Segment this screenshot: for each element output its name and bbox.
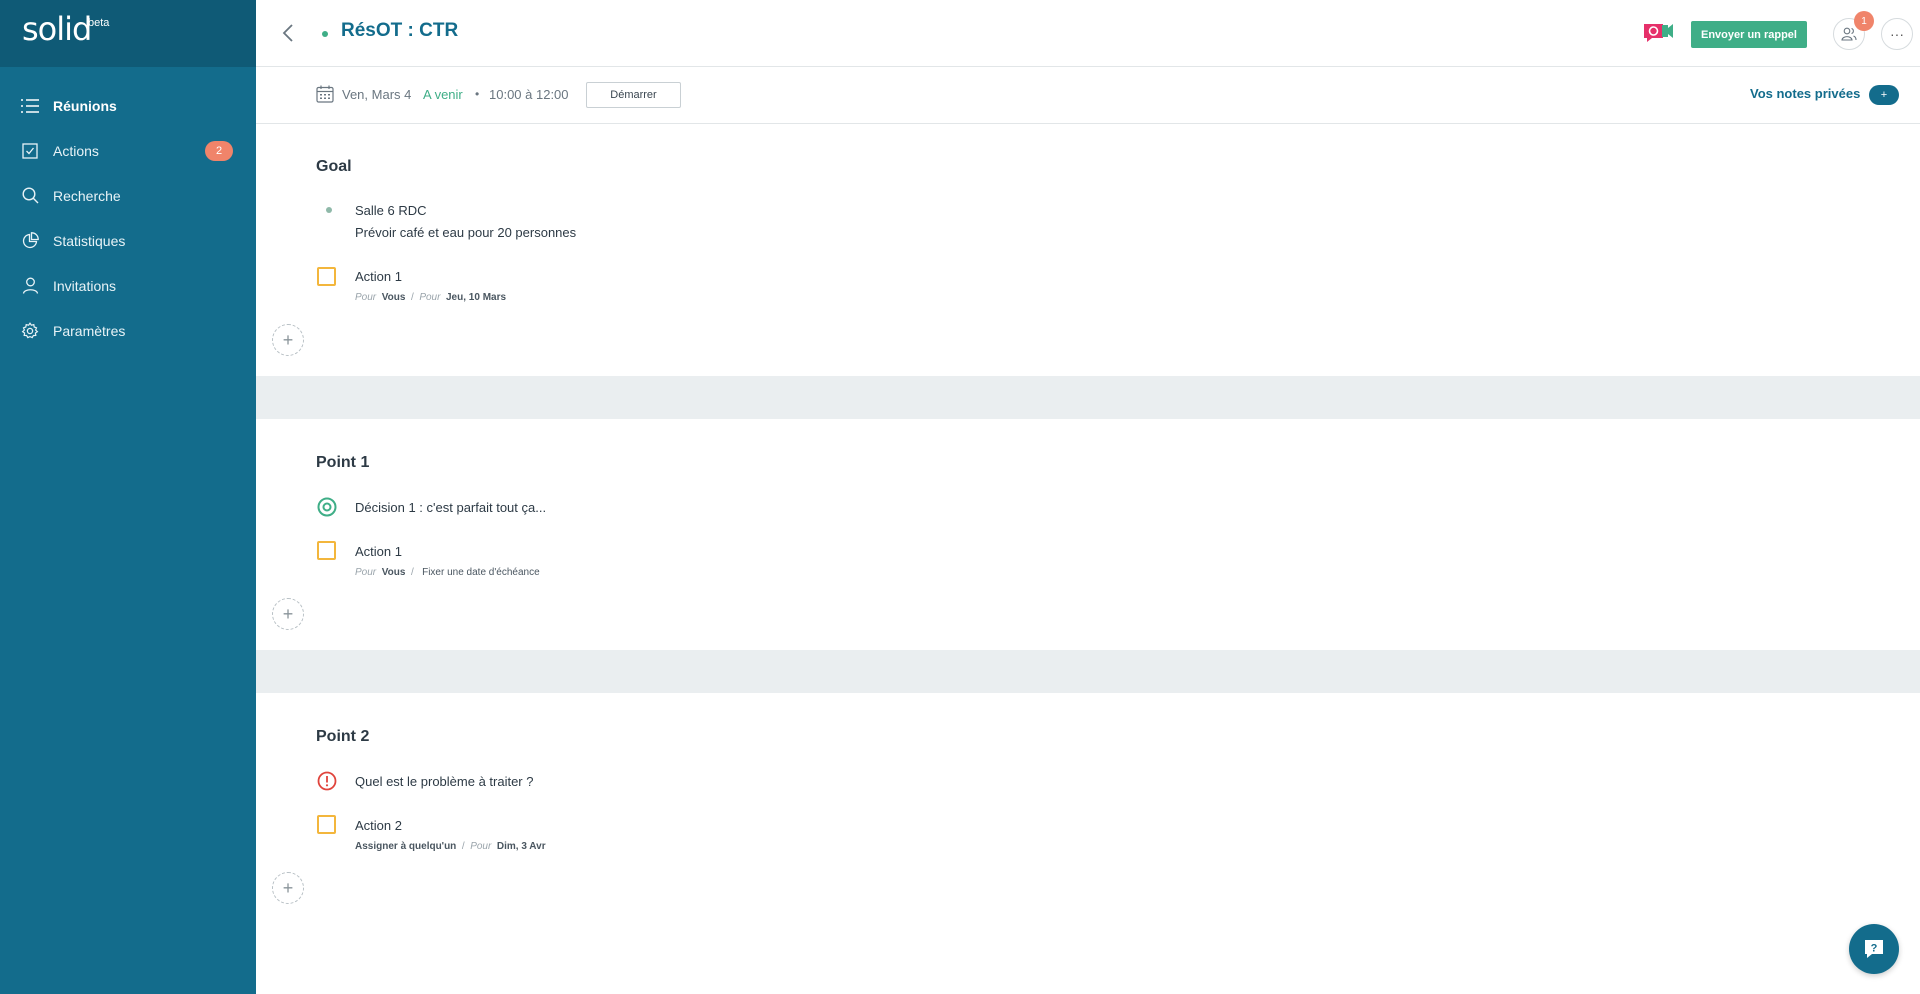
meeting-status: A venir [423, 87, 463, 102]
agenda-section-point-1: Point 1 Décision 1 : c'est parfait tout … [256, 419, 1920, 650]
logo[interactable]: solid [22, 10, 92, 48]
sidebar-item-label: Recherche [53, 187, 121, 204]
sidebar: solid beta Réunions Actions 2 Recherche [0, 0, 256, 994]
section-divider [256, 376, 1920, 419]
action-checkbox[interactable] [317, 815, 336, 834]
action-meta: Pour Vous / Fixer une date d'échéance [355, 567, 540, 578]
section-title[interactable]: Point 2 [316, 728, 369, 746]
sidebar-item-label: Réunions [53, 97, 117, 114]
agenda-section-goal: Goal Salle 6 RDC Prévoir café et eau pou… [256, 125, 1920, 376]
help-chat-icon: ? [1865, 940, 1883, 958]
page-title[interactable]: RésOT : CTR [341, 20, 458, 42]
section-title[interactable]: Goal [316, 158, 352, 176]
problem-text[interactable]: Quel est le problème à traiter ? [355, 774, 533, 789]
sidebar-item-reunions[interactable]: Réunions [0, 83, 256, 128]
action-meta: Assigner à quelqu'un / Pour Dim, 3 Avr [355, 841, 546, 852]
help-label: ? [1871, 943, 1878, 955]
more-options-button[interactable]: ··· [1881, 18, 1913, 50]
list-icon [20, 96, 40, 116]
actions-count-badge: 2 [205, 141, 233, 161]
video-call-icon[interactable] [1642, 21, 1674, 45]
assignee[interactable]: Vous [382, 567, 406, 578]
send-reminder-button[interactable]: Envoyer un rappel [1691, 21, 1807, 48]
add-item-button[interactable]: + [272, 872, 304, 904]
action-checkbox[interactable] [317, 267, 336, 286]
note-bullet [326, 207, 332, 213]
meeting-date[interactable]: Ven, Mars 4 [342, 87, 411, 102]
private-notes-link[interactable]: Vos notes privées [1750, 86, 1860, 101]
assignee-prefix: Pour [355, 567, 377, 578]
decision-text[interactable]: Décision 1 : c'est parfait tout ça... [355, 500, 546, 515]
action-meta: Pour Vous / Pour Jeu, 10 Mars [355, 292, 506, 303]
agenda-section-point-2: Point 2 Quel est le problème à traiter ?… [256, 693, 1920, 994]
pie-chart-icon [20, 231, 40, 251]
sidebar-item-label: Paramètres [53, 322, 126, 339]
back-button[interactable] [276, 21, 300, 45]
sidebar-item-invitations[interactable]: Invitations [0, 263, 256, 308]
sidebar-item-label: Invitations [53, 277, 117, 294]
users-icon [1841, 27, 1857, 41]
add-item-button[interactable]: + [272, 598, 304, 630]
section-title[interactable]: Point 1 [316, 454, 369, 472]
separator: • [475, 87, 480, 101]
add-private-note-button[interactable]: + [1869, 85, 1899, 105]
start-meeting-button[interactable]: Démarrer [586, 82, 681, 108]
action-checkbox[interactable] [317, 541, 336, 560]
action-label[interactable]: Action 2 [355, 818, 402, 833]
sidebar-item-recherche[interactable]: Recherche [0, 173, 256, 218]
due-date[interactable]: Jeu, 10 Mars [446, 292, 506, 303]
meta-separator: / [461, 841, 465, 852]
sidebar-item-parametres[interactable]: Paramètres [0, 308, 256, 353]
calendar-icon [316, 85, 334, 103]
assignee-prefix: Pour [355, 292, 377, 303]
note-line[interactable]: Prévoir café et eau pour 20 personnes [355, 225, 576, 240]
logo-bar: solid beta [0, 0, 256, 67]
meeting-time[interactable]: 10:00 à 12:00 [489, 87, 569, 102]
page-header: RésOT : CTR Envoyer un rappel 1 ··· [256, 0, 1920, 67]
checkbox-icon [20, 141, 40, 161]
meta-separator: / [410, 292, 414, 303]
sidebar-item-label: Actions [53, 142, 99, 159]
action-label[interactable]: Action 1 [355, 269, 402, 284]
status-dot [322, 31, 328, 37]
action-label[interactable]: Action 1 [355, 544, 402, 559]
beta-label: beta [88, 17, 110, 29]
search-icon [20, 186, 40, 206]
help-button[interactable]: ? [1849, 924, 1899, 974]
meta-separator: / [410, 567, 414, 578]
section-divider [256, 650, 1920, 693]
participants-count-badge: 1 [1854, 11, 1874, 31]
note-line[interactable]: Salle 6 RDC [355, 203, 427, 218]
sidebar-item-actions[interactable]: Actions 2 [0, 128, 256, 173]
problem-icon [317, 771, 337, 791]
decision-icon [317, 497, 337, 517]
assignee[interactable]: Vous [382, 292, 406, 303]
chevron-left-icon [282, 24, 293, 42]
due-prefix: Pour [470, 841, 492, 852]
sidebar-item-label: Statistiques [53, 232, 126, 249]
user-icon [20, 276, 40, 296]
due-date[interactable]: Dim, 3 Avr [497, 841, 546, 852]
add-item-button[interactable]: + [272, 324, 304, 356]
gear-icon [20, 321, 40, 341]
meeting-info-bar: Ven, Mars 4 A venir • 10:00 à 12:00 Déma… [256, 67, 1920, 124]
sidebar-nav: Réunions Actions 2 Recherche Statistique… [0, 83, 256, 353]
assign-someone-link[interactable]: Assigner à quelqu'un [355, 841, 456, 852]
set-due-date-link[interactable]: Fixer une date d'échéance [422, 567, 540, 578]
sidebar-item-statistiques[interactable]: Statistiques [0, 218, 256, 263]
due-prefix: Pour [419, 292, 441, 303]
